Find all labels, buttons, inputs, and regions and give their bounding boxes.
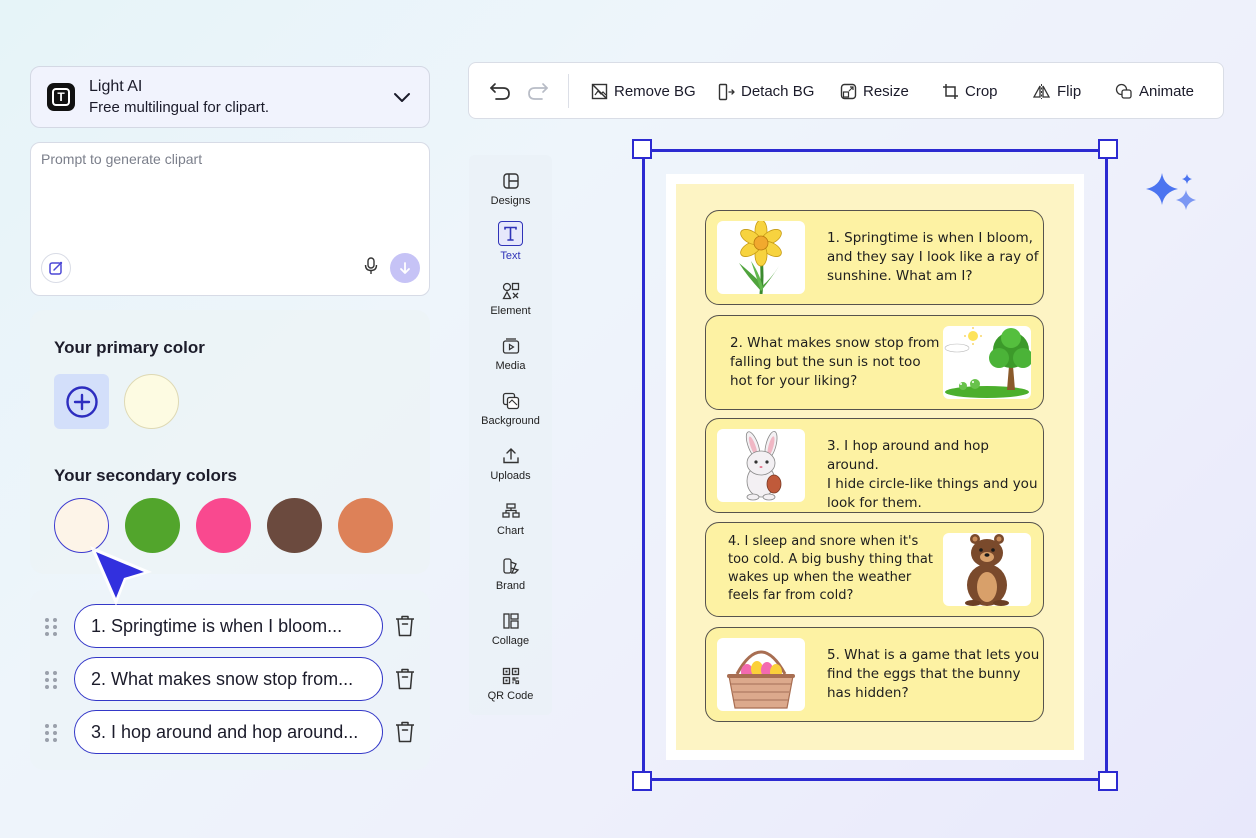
cursor-pointer-icon: [90, 546, 152, 606]
sidebar-item-uploads[interactable]: Uploads: [469, 440, 552, 490]
detach-bg-label: Detach BG: [741, 83, 815, 100]
toolbar-divider: [568, 74, 569, 108]
background-icon: [502, 392, 519, 410]
editor-toolbar: Remove BG Detach BG Resize Crop Flip Ani…: [468, 62, 1224, 119]
resize-handle-top-left[interactable]: [632, 139, 652, 159]
secondary-color-swatch[interactable]: [338, 498, 393, 553]
sidebar-item-element[interactable]: Element: [469, 275, 552, 325]
resize-handle-bottom-right[interactable]: [1098, 771, 1118, 791]
brand-icon: [502, 558, 519, 574]
model-selector[interactable]: T Light AI Free multilingual for clipart…: [30, 66, 430, 128]
crop-icon: [943, 84, 958, 99]
detach-bg-button[interactable]: Detach BG: [718, 63, 814, 120]
sidebar-label: Brand: [495, 580, 526, 592]
secondary-color-swatch[interactable]: [267, 498, 322, 553]
drag-handle-icon[interactable]: [44, 723, 58, 743]
drag-handle-icon[interactable]: [44, 670, 58, 690]
model-logo-icon: T: [47, 83, 75, 111]
collage-icon: [502, 613, 519, 629]
prompt-input[interactable]: [41, 151, 417, 241]
sidebar-label: QR Code: [487, 690, 534, 702]
tools-sidebar: Designs Text Element Media Background Up…: [469, 155, 552, 715]
sidebar-label: Text: [500, 250, 521, 262]
selection-frame: [632, 139, 1118, 791]
resize-icon: [840, 83, 857, 100]
sidebar-label: Background: [481, 415, 540, 427]
sidebar-label: Media: [495, 360, 526, 372]
generate-button[interactable]: [390, 253, 420, 283]
designs-icon: [502, 173, 519, 189]
trash-icon[interactable]: [394, 614, 416, 638]
sidebar-item-background[interactable]: Background: [469, 385, 552, 435]
remove-bg-label: Remove BG: [614, 83, 696, 100]
sidebar-item-chart[interactable]: Chart: [469, 495, 552, 545]
trash-icon[interactable]: [394, 667, 416, 691]
sidebar-item-brand[interactable]: Brand: [469, 550, 552, 600]
redo-icon[interactable]: [526, 80, 550, 102]
sidebar-item-media[interactable]: Media: [469, 330, 552, 380]
magic-pen-icon: [49, 261, 63, 275]
text-icon: [498, 221, 523, 246]
color-panel: Your primary color Your secondary colors: [30, 310, 430, 574]
list-item: 3. I hop around and hop around...: [30, 710, 430, 754]
secondary-colors-heading: Your secondary colors: [54, 466, 237, 485]
model-description: Free multilingual for clipart.: [89, 99, 270, 116]
flip-button[interactable]: Flip: [1032, 63, 1081, 120]
sidebar-label: Uploads: [490, 470, 531, 482]
chevron-down-icon[interactable]: [391, 86, 413, 108]
sidebar-item-text[interactable]: Text: [469, 218, 552, 268]
trash-icon[interactable]: [394, 720, 416, 744]
model-name: Light AI: [89, 78, 143, 95]
animate-icon: [1115, 83, 1132, 99]
remove-bg-button[interactable]: Remove BG: [591, 63, 696, 120]
plus-circle-icon: [65, 385, 98, 418]
resize-handle-bottom-left[interactable]: [632, 771, 652, 791]
arrow-down-icon: [400, 262, 410, 274]
flip-label: Flip: [1057, 83, 1082, 100]
magic-edit-button[interactable]: [41, 253, 71, 283]
animate-label: Animate: [1139, 83, 1195, 100]
resize-handle-top-right[interactable]: [1098, 139, 1118, 159]
qr-code-icon: [502, 667, 519, 685]
riddle-item[interactable]: 2. What makes snow stop from...: [74, 657, 383, 701]
flip-icon: [1032, 84, 1051, 99]
resize-label: Resize: [863, 83, 909, 100]
prompt-box: [30, 142, 430, 296]
undo-icon[interactable]: [488, 80, 512, 102]
sidebar-label: Designs: [490, 195, 531, 207]
list-item: 2. What makes snow stop from...: [30, 657, 430, 701]
resize-button[interactable]: Resize: [840, 63, 909, 120]
primary-color-swatch[interactable]: [124, 374, 179, 429]
primary-color-heading: Your primary color: [54, 338, 205, 357]
detach-bg-icon: [718, 83, 735, 100]
chart-icon: [501, 503, 520, 518]
sidebar-item-qr-code[interactable]: QR Code: [469, 660, 552, 710]
crop-label: Crop: [965, 83, 998, 100]
add-primary-color-button[interactable]: [54, 374, 109, 429]
sparkle-icon: [1146, 173, 1196, 210]
element-shapes-icon: [501, 282, 519, 300]
riddle-item[interactable]: 3. I hop around and hop around...: [74, 710, 383, 754]
riddle-list-panel: 1. Springtime is when I bloom... 2. What…: [30, 590, 430, 770]
drag-handle-icon[interactable]: [44, 617, 58, 637]
remove-bg-icon: [591, 83, 608, 100]
secondary-color-swatch[interactable]: [196, 498, 251, 553]
sidebar-label: Chart: [497, 525, 524, 537]
media-icon: [502, 338, 519, 354]
animate-button[interactable]: Animate: [1115, 63, 1194, 120]
microphone-icon[interactable]: [363, 257, 379, 275]
sidebar-label: Collage: [491, 635, 530, 647]
upload-icon: [502, 448, 519, 464]
sidebar-label: Element: [490, 305, 531, 317]
sidebar-item-collage[interactable]: Collage: [469, 605, 552, 655]
crop-button[interactable]: Crop: [942, 63, 998, 120]
sidebar-item-designs[interactable]: Designs: [469, 165, 552, 215]
